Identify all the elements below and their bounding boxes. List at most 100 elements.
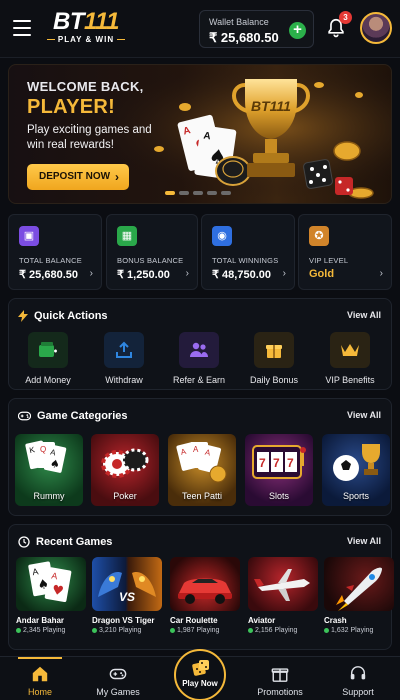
carousel-dot[interactable] (221, 191, 231, 195)
recent-game-thumbnail: VS (92, 557, 162, 611)
quick-action-refer-earn[interactable]: Refer & Earn (162, 332, 236, 385)
dice-icon (192, 660, 209, 676)
carousel-dot[interactable] (193, 191, 203, 195)
balance-stats: ▣ TOTAL BALANCE ₹ 25,680.50 › ▦ BONUS BALANCE… (8, 214, 392, 290)
gamepad-icon (109, 668, 127, 680)
gamepad-icon (18, 411, 31, 421)
play-now-button[interactable]: Play Now (174, 649, 226, 700)
category-slots[interactable]: 7 7 7 Slots (245, 434, 313, 506)
chevron-right-icon: › (89, 268, 93, 279)
quick-action-label: VIP Benefits (325, 375, 375, 385)
nav-home-label: Home (27, 687, 52, 697)
stat-card[interactable]: ▦ BONUS BALANCE ₹ 1,250.00 › (106, 214, 198, 290)
play-now-label: Play Now (182, 679, 218, 688)
nav-promotions-label: Promotions (257, 687, 303, 697)
players-count: 1,987 Playing (177, 627, 220, 634)
quick-action-label: Daily Bonus (249, 375, 299, 385)
carousel-indicators[interactable] (165, 191, 231, 195)
notification-badge: 3 (339, 11, 352, 24)
quick-action-tile (330, 332, 370, 368)
logo-suffix: 111 (84, 8, 119, 35)
add-money-plus-button[interactable]: + (289, 22, 306, 39)
category-artwork: AAA (168, 434, 236, 495)
deposit-now-button[interactable]: DEPOSIT NOW › (27, 164, 129, 190)
recent-game-thumbnail (324, 557, 394, 611)
category-poker[interactable]: Poker (91, 434, 159, 506)
quick-action-label: Refer & Earn (172, 375, 226, 385)
category-rummy[interactable]: K Q A ♠ Rummy (15, 434, 83, 506)
avatar[interactable] (360, 12, 392, 44)
gift-icon (271, 668, 289, 682)
nav-active-indicator (18, 657, 62, 659)
stat-label: BONUS BALANCE (117, 256, 184, 265)
recent-game-card[interactable]: VS Dragon VS Tiger 3,210 Playing (92, 557, 162, 634)
recent-games-title: Recent Games (36, 536, 113, 548)
svg-text:A: A (193, 445, 199, 454)
quick-action-vip-benefits[interactable]: VIP Benefits (313, 332, 387, 385)
recent-game-card[interactable]: Aviator 2,156 Playing (248, 557, 318, 634)
online-dot-icon (248, 628, 253, 633)
wallet-balance-card[interactable]: Wallet Balance ₹ 25,680.50 + (199, 10, 314, 48)
game-categories-header: Game Categories (18, 410, 127, 422)
chevron-right-icon: › (115, 170, 119, 184)
players-count: 2,156 Playing (255, 627, 298, 634)
quick-action-label: Withdraw (105, 375, 143, 385)
chevron-right-icon: › (379, 268, 383, 279)
recent-game-card[interactable]: Car Roulette 1,987 Playing (170, 557, 240, 634)
recent-game-card[interactable]: Crash 1,632 Playing (324, 557, 394, 634)
recent-game-card[interactable]: A ♠ A ♥ Andar Bahar 2,345 Playing (16, 557, 86, 634)
menu-icon[interactable] (13, 20, 31, 36)
recent-game-title: Andar Bahar (16, 616, 65, 625)
wallet-value: ₹ 25,680.50 (209, 30, 279, 45)
quick-action-tile (28, 332, 68, 368)
quick-action-withdraw[interactable]: Withdraw (87, 332, 161, 385)
nav-home[interactable]: Home (0, 657, 80, 700)
carousel-dot[interactable] (179, 191, 189, 195)
quick-action-add-money[interactable]: Add Money (11, 332, 85, 385)
online-dot-icon (324, 628, 329, 633)
game-categories-view-all[interactable]: View All (347, 410, 381, 420)
category-label: Rummy (33, 491, 65, 501)
deposit-now-label: DEPOSIT NOW (39, 171, 111, 182)
daily-bonus-icon (265, 341, 283, 359)
logo[interactable]: BT111 PLAY & WIN (44, 10, 128, 44)
nav-my-games[interactable]: My Games (78, 657, 158, 700)
recent-games-view-all[interactable]: View All (347, 536, 381, 546)
gift-icon: ▦ (117, 226, 137, 246)
category-artwork: 777 (245, 434, 313, 495)
online-dot-icon (170, 628, 175, 633)
nav-support[interactable]: Support (318, 657, 398, 700)
nav-promotions[interactable]: Promotions (240, 657, 320, 700)
withdraw-icon (115, 341, 133, 359)
quick-action-daily-bonus[interactable]: Daily Bonus (237, 332, 311, 385)
carousel-dot[interactable] (207, 191, 217, 195)
stat-value: ₹ 25,680.50 (19, 269, 78, 281)
vip-icon: ✪ (309, 226, 329, 246)
top-bar: BT111 PLAY & WIN Wallet Balance ₹ 25,680… (0, 0, 400, 58)
game-categories-title: Game Categories (37, 410, 128, 422)
online-dot-icon (16, 628, 21, 633)
quick-actions-view-all[interactable]: View All (347, 310, 381, 320)
welcome-banner[interactable]: A ♥ A ♠ BT111 (8, 64, 392, 204)
quick-action-tile (104, 332, 144, 368)
category-artwork: K Q A ♠ (15, 434, 83, 495)
quick-action-label: Add Money (25, 375, 71, 385)
recent-game-players: 2,156 Playing (248, 627, 318, 634)
category-label: Slots (268, 491, 289, 501)
recent-game-thumbnail (248, 557, 318, 611)
chevron-right-icon: › (282, 268, 286, 279)
home-icon (32, 666, 48, 682)
quick-actions-title: Quick Actions (34, 310, 108, 322)
player-name: PLAYER! (27, 96, 116, 118)
category-teen-patti[interactable]: A A A Teen Patti (168, 434, 236, 506)
players-count: 1,632 Playing (331, 627, 374, 634)
stat-card[interactable]: ◉ TOTAL WINNINGS ₹ 48,750.00 › (201, 214, 295, 290)
category-artwork (91, 434, 159, 495)
carousel-dot[interactable] (165, 191, 175, 195)
category-sports[interactable]: Sports (322, 434, 390, 506)
lightning-icon (18, 310, 28, 322)
stat-card[interactable]: ✪ VIP LEVEL Gold › (298, 214, 392, 290)
stat-value: ₹ 48,750.00 (212, 269, 271, 281)
stat-card[interactable]: ▣ TOTAL BALANCE ₹ 25,680.50 › (8, 214, 102, 290)
trophy-text: BT111 (251, 98, 291, 114)
